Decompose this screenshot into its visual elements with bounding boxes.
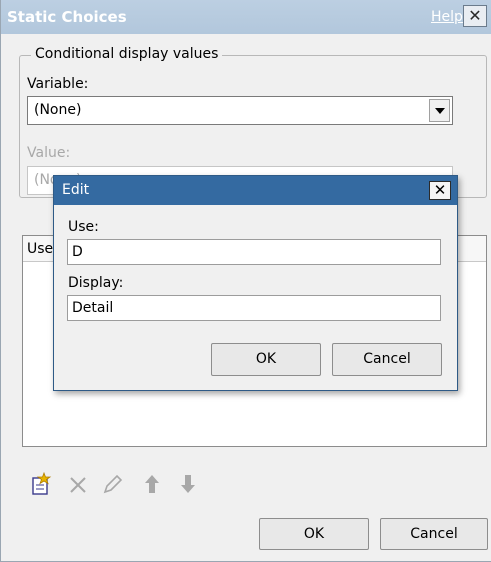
- variable-select-value: (None): [34, 102, 82, 118]
- edit-icon[interactable]: [101, 472, 123, 496]
- edit-ok-button[interactable]: OK: [211, 343, 321, 376]
- edit-cancel-button[interactable]: Cancel: [332, 343, 442, 376]
- use-input[interactable]: D: [67, 239, 441, 265]
- column-header-use[interactable]: Use: [27, 241, 53, 257]
- variable-label: Variable:: [27, 76, 89, 92]
- window-titlebar: Static Choices Help ✕: [1, 0, 491, 34]
- value-label: Value:: [27, 145, 71, 161]
- edit-dialog-close-button[interactable]: ✕: [429, 181, 451, 200]
- delete-icon[interactable]: [67, 472, 89, 496]
- conditional-display-legend: Conditional display values: [31, 46, 223, 62]
- move-down-icon[interactable]: [177, 472, 199, 496]
- new-icon[interactable]: [31, 471, 53, 496]
- ok-button[interactable]: OK: [259, 518, 369, 550]
- window-close-button[interactable]: ✕: [463, 5, 487, 27]
- move-up-icon[interactable]: [141, 472, 163, 496]
- chevron-down-icon[interactable]: [429, 99, 450, 122]
- cancel-button[interactable]: Cancel: [380, 518, 488, 550]
- use-label: Use:: [68, 219, 99, 235]
- variable-select[interactable]: (None): [27, 96, 453, 125]
- edit-dialog-titlebar: Edit ✕: [54, 176, 457, 205]
- display-input[interactable]: Detail: [67, 295, 441, 321]
- help-link[interactable]: Help: [431, 9, 463, 25]
- edit-dialog-title: Edit: [62, 182, 90, 198]
- window-title: Static Choices: [7, 8, 127, 26]
- edit-dialog: Edit ✕ Use: D Display: Detail OK Cancel: [53, 175, 458, 391]
- display-label: Display:: [68, 275, 124, 291]
